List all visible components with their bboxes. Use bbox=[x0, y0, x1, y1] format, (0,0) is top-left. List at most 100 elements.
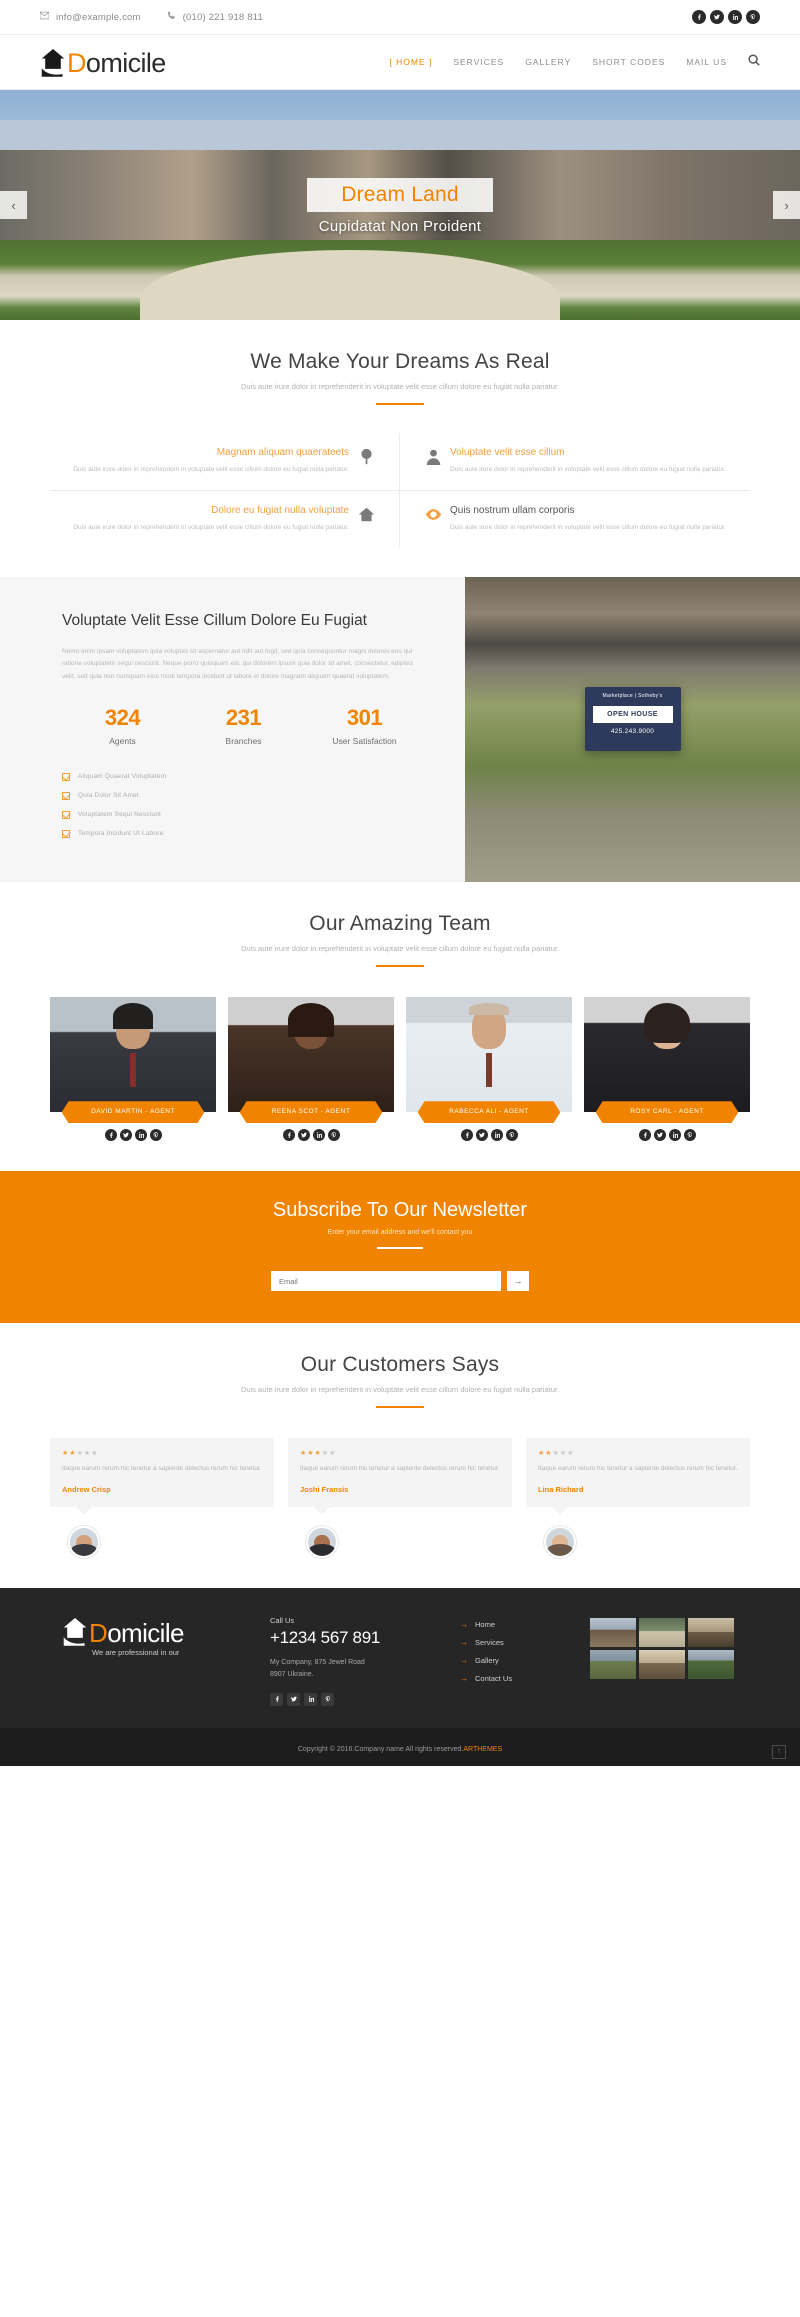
body-shape bbox=[547, 1543, 573, 1556]
tie-shape bbox=[130, 1053, 136, 1088]
twitter-icon[interactable] bbox=[475, 1129, 488, 1142]
logo-letters-rest: omicile bbox=[107, 1617, 184, 1648]
sign-phone: 425.243.9000 bbox=[610, 727, 655, 735]
testimonial-author: Lina Richard bbox=[538, 1484, 584, 1494]
nav-item-gallery[interactable]: GALLERY bbox=[525, 57, 571, 67]
service-item-3[interactable]: Dolore eu fugiat nulla voluptate Duis au… bbox=[50, 490, 400, 547]
avatar bbox=[406, 997, 572, 1113]
testimonial-author: Joshi Fransis bbox=[300, 1484, 349, 1494]
footer-logo[interactable]: Domicile bbox=[62, 1616, 270, 1646]
newsletter-submit-button[interactable]: → bbox=[507, 1271, 529, 1292]
section-divider bbox=[376, 403, 424, 406]
team-member-4[interactable]: ROSY CARL - AGENT bbox=[584, 997, 750, 1142]
gallery-thumbnail[interactable] bbox=[639, 1617, 685, 1647]
linkedin-icon[interactable] bbox=[134, 1129, 147, 1142]
footer-link-label: Services bbox=[475, 1637, 504, 1647]
linkedin-icon[interactable] bbox=[490, 1129, 503, 1142]
eye-icon bbox=[416, 505, 450, 533]
services-grid: Magnam aliquam quaerateets Duis aute iru… bbox=[50, 433, 750, 547]
gallery-thumbnail[interactable] bbox=[688, 1617, 734, 1647]
list-item: Tempora Incidunt Ut Labore bbox=[62, 829, 425, 838]
footer-link-gallery[interactable]: → Gallery bbox=[460, 1656, 590, 1665]
pinterest-icon[interactable] bbox=[149, 1129, 162, 1142]
stat-branches: 231 Branches bbox=[183, 705, 304, 747]
service-item-1[interactable]: Magnam aliquam quaerateets Duis aute iru… bbox=[50, 433, 400, 491]
twitter-icon[interactable] bbox=[653, 1129, 666, 1142]
service-item-2[interactable]: Voluptate velit esse cillum Duis aute ir… bbox=[400, 433, 750, 491]
footer-phone[interactable]: +1234 567 891 bbox=[270, 1628, 460, 1648]
facebook-icon[interactable] bbox=[638, 1129, 651, 1142]
pinterest-icon[interactable] bbox=[505, 1129, 518, 1142]
hero-prev-button[interactable]: ‹ bbox=[0, 191, 27, 219]
pinterest-icon[interactable] bbox=[746, 10, 760, 24]
linkedin-icon[interactable] bbox=[312, 1129, 325, 1142]
nav-item-services[interactable]: SERVICES bbox=[453, 57, 504, 67]
pinterest-icon[interactable] bbox=[683, 1129, 696, 1142]
nav-item-home[interactable]: [ HOME ] bbox=[389, 57, 432, 67]
stat-value: 231 bbox=[225, 704, 262, 730]
sign-brand: Marketplace | Sotheby's bbox=[602, 692, 663, 699]
pinterest-icon[interactable] bbox=[321, 1692, 334, 1706]
hero-next-button[interactable]: › bbox=[773, 191, 800, 219]
star-rating: ★★★★★ bbox=[300, 1450, 337, 1458]
phone-contact[interactable]: (010) 221 918 811 bbox=[167, 11, 263, 23]
twitter-icon[interactable] bbox=[297, 1129, 310, 1142]
team-member-name: RABECCA ALI - AGENT bbox=[418, 1101, 561, 1123]
hair-shape bbox=[644, 1003, 690, 1044]
service-title: Quis nostrum ullam corporis bbox=[450, 504, 575, 516]
facebook-icon[interactable] bbox=[270, 1692, 283, 1706]
about-description: Nemo enim ipsam voluptatem quia voluptas… bbox=[62, 648, 413, 680]
team-member-1[interactable]: DAVID MARTIN - AGENT bbox=[50, 997, 216, 1142]
about-image: Marketplace | Sotheby's OPEN HOUSE 425.2… bbox=[465, 577, 800, 882]
linkedin-icon[interactable] bbox=[304, 1692, 317, 1706]
team-member-3[interactable]: RABECCA ALI - AGENT bbox=[406, 997, 572, 1142]
services-subtitle: Duis aute irure dolor in reprehenderit i… bbox=[240, 382, 560, 391]
footer-link-home[interactable]: → Home bbox=[460, 1620, 590, 1629]
footer-logo-wordmark: Domicile bbox=[89, 1617, 185, 1648]
facebook-icon[interactable] bbox=[282, 1129, 295, 1142]
nav-item-mail-us[interactable]: MAIL US bbox=[686, 57, 727, 67]
stat-counters: 324 Agents 231 Branches 301 User Satisfa… bbox=[62, 705, 425, 747]
facebook-icon[interactable] bbox=[692, 10, 706, 24]
top-bar-social-links bbox=[692, 10, 760, 24]
twitter-icon[interactable] bbox=[710, 10, 724, 24]
avatar bbox=[50, 997, 216, 1113]
search-icon[interactable] bbox=[748, 53, 760, 71]
gallery-thumbnail[interactable] bbox=[639, 1649, 685, 1679]
facebook-icon[interactable] bbox=[104, 1129, 117, 1142]
linkedin-icon[interactable] bbox=[668, 1129, 681, 1142]
copyright-link[interactable]: ARTHEMES bbox=[463, 1746, 502, 1753]
twitter-icon[interactable] bbox=[119, 1129, 132, 1142]
site-footer: Domicile We are professional in our Call… bbox=[0, 1587, 800, 1728]
service-item-4[interactable]: Quis nostrum ullam corporis Duis aute ir… bbox=[400, 491, 750, 547]
checklist-label: Tempora Incidunt Ut Labore bbox=[78, 830, 164, 838]
facebook-icon[interactable] bbox=[460, 1129, 473, 1142]
stat-value: 324 bbox=[104, 704, 141, 730]
checklist-label: Quia Dolor Sit Amet bbox=[78, 792, 139, 800]
checkbox-checked-icon bbox=[62, 829, 70, 838]
footer-link-contact-us[interactable]: → Contact Us bbox=[460, 1674, 590, 1683]
newsletter-email-input[interactable] bbox=[271, 1271, 501, 1292]
testimonial-text: Itaque earum rerum hic tenetur a sapient… bbox=[300, 1465, 500, 1473]
phone-text: (010) 221 918 811 bbox=[182, 11, 263, 23]
list-item: Quia Dolor Sit Amet bbox=[62, 791, 425, 800]
gallery-thumbnail[interactable] bbox=[688, 1649, 734, 1679]
gallery-thumbnail[interactable] bbox=[590, 1649, 636, 1679]
email-contact[interactable]: info@example.com bbox=[39, 11, 141, 23]
footer-link-services[interactable]: → Services bbox=[460, 1638, 590, 1647]
team-member-2[interactable]: REENA SCOT - AGENT bbox=[228, 997, 394, 1142]
team-member-social bbox=[406, 1129, 572, 1142]
hero-slider: Dream Land Cupidatat Non Proident ‹ › bbox=[0, 90, 800, 320]
twitter-icon[interactable] bbox=[287, 1692, 300, 1706]
services-heading: We Make Your Dreams As Real Duis aute ir… bbox=[50, 350, 750, 406]
linkedin-icon[interactable] bbox=[728, 10, 742, 24]
stat-label: Agents bbox=[109, 735, 136, 746]
pinterest-icon[interactable] bbox=[327, 1129, 340, 1142]
section-divider bbox=[377, 1247, 423, 1250]
team-member-name: ROSY CARL - AGENT bbox=[596, 1101, 739, 1123]
scroll-to-top-button[interactable]: ↑ bbox=[772, 1744, 786, 1759]
site-logo[interactable]: Domicile bbox=[40, 47, 166, 77]
nav-item-short-codes[interactable]: SHORT CODES bbox=[592, 57, 665, 67]
call-us-label: Call Us bbox=[270, 1615, 295, 1625]
gallery-thumbnail[interactable] bbox=[590, 1617, 636, 1647]
